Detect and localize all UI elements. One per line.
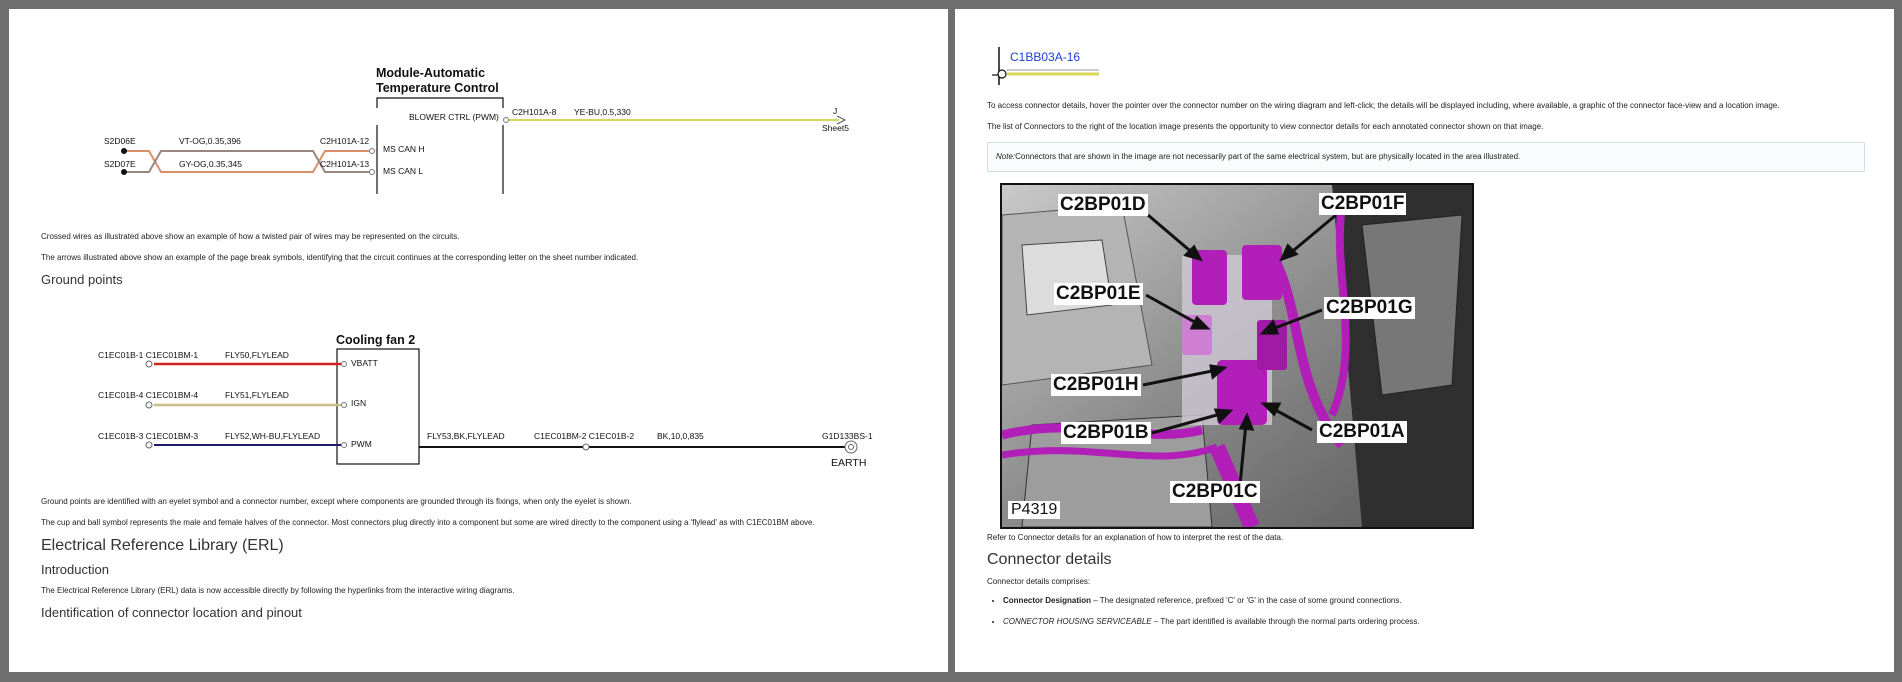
connector-label[interactable]: C1EC01B-1 C1EC01BM-1 (98, 350, 198, 360)
component-title: Cooling fan 2 (336, 333, 416, 347)
note-text-line: Note:Connectors that are shown in the im… (996, 152, 1520, 161)
paragraph-cup-ball: The cup and ball symbol represents the m… (41, 518, 815, 527)
heading-connector-details: Connector details (987, 551, 1112, 568)
paragraph-erl: The Electrical Reference Library (ERL) d… (41, 586, 515, 595)
callout-label[interactable]: C2BP01G (1324, 297, 1415, 319)
callout-label[interactable]: C2BP01H (1051, 374, 1141, 396)
callout-label[interactable]: C2BP01C (1170, 481, 1260, 503)
note-label: Note: (996, 152, 1016, 161)
earth-label: EARTH (831, 457, 867, 469)
paragraph-comprises: Connector details comprises: (987, 577, 1091, 586)
list-item-text: – The part identified is available throu… (1151, 617, 1420, 626)
pin-label-pwm: PWM (351, 439, 372, 449)
connector-link[interactable]: C1BB03A-16 (1010, 50, 1080, 64)
right-document-page: C1BB03A-16 To access connector details, … (955, 9, 1894, 672)
left-document-page: Module-Automatic Temperature Control BLO… (9, 9, 948, 672)
wire-label: FLY51,FLYLEAD (225, 390, 289, 400)
list-item-text: – The designated reference, prefixed 'C'… (1091, 596, 1402, 605)
callout-label[interactable]: C2BP01D (1058, 194, 1148, 216)
paragraph-access: To access connector details, hover the p… (987, 101, 1780, 110)
pin-label-ign: IGN (351, 398, 367, 408)
ground-connector-label[interactable]: G1D133BS-1 (822, 431, 873, 441)
paragraph-ground-points: Ground points are identified with an eye… (41, 497, 632, 506)
wire-label: FLY50,FLYLEAD (225, 350, 289, 360)
callout-label[interactable]: C2BP01E (1054, 283, 1143, 305)
callout-label[interactable]: C2BP01B (1061, 422, 1151, 444)
callout-label[interactable]: C2BP01F (1319, 193, 1407, 215)
connector-label[interactable]: C1EC01B-4 C1EC01BM-4 (98, 390, 198, 400)
location-photo-drawing (1002, 185, 1472, 527)
connector-location-image: C2BP01D C2BP01F C2BP01E C2BP01G C2BP01H … (1000, 183, 1474, 529)
list-item-term: CONNECTOR HOUSING SERVICEABLE (1003, 617, 1152, 626)
connector-label[interactable]: C1EC01BM-2 C1EC01B-2 (534, 431, 634, 441)
pin-label-vbatt: VBATT (351, 358, 378, 368)
paragraph-list: The list of Connectors to the right of t… (987, 122, 1544, 131)
image-id-label: P4319 (1008, 501, 1061, 519)
wiring-diagram-cooling-fan-drawing (145, 348, 858, 465)
heading-introduction: Introduction (41, 562, 109, 577)
callout-label[interactable]: C2BP01A (1317, 421, 1407, 443)
paragraph-refer: Refer to Connector details for an explan… (987, 533, 1284, 542)
list-item: Connector Designation – The designated r… (1003, 596, 1420, 605)
connector-details-list: Connector Designation – The designated r… (987, 596, 1420, 626)
wire-label: FLY52,WH-BU,FLYLEAD (225, 431, 321, 441)
list-item-term: Connector Designation (1003, 596, 1092, 605)
heading-erl: Electrical Reference Library (ERL) (41, 537, 284, 554)
note-box: Note:Connectors that are shown in the im… (987, 142, 1865, 172)
wire-label: FLY53,BK,FLYLEAD (427, 431, 505, 441)
connector-yellow-wire (1007, 69, 1099, 76)
list-item: CONNECTOR HOUSING SERVICEABLE – The part… (1003, 617, 1420, 626)
heading-identification: Identification of connector location and… (41, 605, 302, 620)
connector-label[interactable]: C1EC01B-3 C1EC01BM-3 (98, 431, 198, 441)
wire-label: BK,10,0,835 (657, 431, 704, 441)
note-text: Connectors that are shown in the image a… (1015, 152, 1521, 161)
